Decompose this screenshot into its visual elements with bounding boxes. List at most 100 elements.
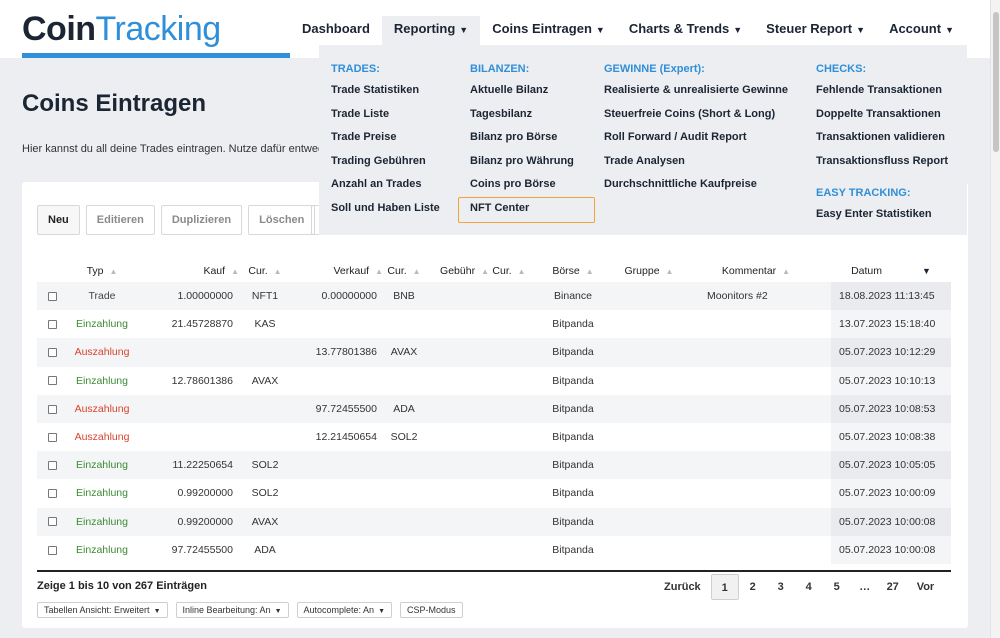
col-gruppe[interactable]: Gruppe ▲: [617, 260, 681, 282]
coin-tracking-logo[interactable]: CoinTracking: [22, 10, 221, 49]
typ-cell: Einzahlung: [67, 507, 137, 536]
col-cur-gebuehr[interactable]: Cur. ▲: [489, 260, 529, 282]
nav-charts-trends[interactable]: Charts & Trends ▼: [617, 16, 754, 45]
gruppe-cell: [617, 423, 681, 451]
menu-item-fehlende-transaktionen[interactable]: Fehlende Transaktionen: [816, 83, 948, 107]
nav-account[interactable]: Account ▼: [877, 16, 966, 45]
prev-page-button[interactable]: Zurück: [654, 574, 711, 600]
table-row[interactable]: Einzahlung 12.78601386 AVAX Bitpanda 05.07.2…: [37, 366, 951, 395]
row-checkbox[interactable]: [47, 376, 57, 386]
kauf-cur-cell: AVAX: [239, 507, 291, 536]
gebuehr-cur-cell: [489, 282, 529, 311]
col-typ[interactable]: Typ ▲: [67, 260, 137, 282]
menu-item-durchschnittliche-kaufpreise[interactable]: Durchschnittliche Kaufpreise: [604, 177, 788, 201]
menu-item-easy-enter-statistiken[interactable]: Easy Enter Statistiken: [816, 207, 948, 231]
menu-item-bilanz-pro-boerse[interactable]: Bilanz pro Börse: [470, 130, 574, 154]
sort-icon: ▲: [375, 267, 383, 276]
menu-item-transaktionsfluss-report[interactable]: Transaktionsfluss Report: [816, 154, 948, 178]
col-cur-verkauf[interactable]: Cur. ▲: [383, 260, 425, 282]
menu-heading-trades: TRADES:: [331, 63, 380, 75]
menu-item-trade-analysen[interactable]: Trade Analysen: [604, 154, 788, 178]
nav-coins-eintragen[interactable]: Coins Eintragen ▼: [480, 16, 617, 45]
nav-label: Dashboard: [302, 21, 370, 36]
table-row[interactable]: Einzahlung 0.99200000 SOL2 Bitpanda 05.07.20…: [37, 479, 951, 508]
row-checkbox[interactable]: [47, 348, 57, 358]
page-2-button[interactable]: 2: [739, 574, 767, 600]
table-row[interactable]: Trade 1.00000000 NFT1 0.00000000 BNB Binance M…: [37, 282, 951, 311]
inline-edit-select[interactable]: Inline Bearbeitung: An ▼: [175, 602, 289, 618]
table-row[interactable]: Auszahlung 97.72455500 ADA Bitpanda 05.07.20…: [37, 394, 951, 423]
csp-mode-button[interactable]: CSP-Modus: [400, 602, 463, 618]
row-checkbox[interactable]: [47, 460, 57, 470]
menu-item-trade-preise[interactable]: Trade Preise: [331, 130, 440, 154]
table-row[interactable]: Einzahlung 21.45728870 KAS Bitpanda 13.07.20…: [37, 310, 951, 339]
select-cell: [37, 536, 67, 564]
table-view-select[interactable]: Tabellen Ansicht: Erweitert ▼: [37, 602, 168, 618]
page-5-button[interactable]: 5: [823, 574, 851, 600]
row-checkbox[interactable]: [47, 545, 57, 555]
menu-item-aktuelle-bilanz[interactable]: Aktuelle Bilanz: [470, 83, 574, 107]
page-scrollbar[interactable]: [990, 0, 1000, 638]
boerse-cell: Bitpanda: [552, 487, 594, 500]
menu-item-trade-liste[interactable]: Trade Liste: [331, 107, 440, 131]
col-kommentar[interactable]: Kommentar ▲: [681, 260, 831, 282]
row-checkbox[interactable]: [47, 291, 57, 301]
table-row[interactable]: Auszahlung 12.21450654 SOL2 Bitpanda 05.07.2…: [37, 422, 951, 452]
scrollbar-thumb[interactable]: [993, 12, 999, 152]
table-header-row: Typ ▲ Kauf ▲ Cur. ▲ Verkauf ▲ Cur. ▲ Gebühr ▲ …: [37, 260, 951, 282]
edit-button[interactable]: Editieren: [85, 205, 155, 235]
menu-col-trades: TRADES: Trade Statistiken Trade Liste Tr…: [331, 63, 440, 225]
col-verkauf[interactable]: Verkauf ▲: [291, 260, 383, 282]
logo-part-tracking: Tracking: [95, 10, 222, 48]
kauf-cur-cell: SOL2: [251, 487, 279, 500]
row-checkbox[interactable]: [47, 320, 57, 329]
menu-item-soll-haben-liste[interactable]: Soll und Haben Liste: [331, 201, 440, 225]
pagination: Zurück 1 2 3 4 5 … 27 Vor: [654, 574, 944, 600]
menu-item-tagesbilanz[interactable]: Tagesbilanz: [470, 107, 574, 131]
table-row[interactable]: Auszahlung 13.77801386 AVAX Bitpanda 05.07.2…: [37, 338, 951, 367]
menu-item-bilanz-pro-waehrung[interactable]: Bilanz pro Währung: [470, 154, 574, 178]
select-cell: [37, 338, 67, 367]
nav-reporting[interactable]: Reporting ▼: [381, 16, 481, 45]
table-row[interactable]: Einzahlung 97.72455500 ADA Bitpanda 05.07.20…: [37, 535, 951, 564]
kommentar-cell: [681, 310, 831, 338]
col-cur-kauf[interactable]: Cur. ▲: [239, 260, 291, 282]
nav-label: Steuer Report: [766, 21, 853, 36]
row-checkbox[interactable]: [47, 404, 57, 414]
delete-button[interactable]: Löschen: [248, 205, 316, 235]
col-gebuehr[interactable]: Gebühr ▲: [425, 260, 489, 282]
row-checkbox[interactable]: [47, 489, 57, 499]
duplicate-button[interactable]: Duplizieren: [160, 205, 243, 235]
nav-dashboard[interactable]: Dashboard: [290, 16, 382, 45]
page-1-button[interactable]: 1: [710, 574, 739, 600]
row-checkbox[interactable]: [47, 517, 57, 527]
row-checkbox[interactable]: [47, 432, 57, 442]
table-row[interactable]: Einzahlung 11.22250654 SOL2 Bitpanda 05.07.2…: [37, 451, 951, 480]
menu-item-doppelte-transaktionen[interactable]: Doppelte Transaktionen: [816, 107, 948, 131]
menu-item-steuerfreie-coins[interactable]: Steuerfreie Coins (Short & Long): [604, 107, 788, 131]
menu-item-transaktionen-validieren[interactable]: Transaktionen validieren: [816, 130, 948, 154]
table-row[interactable]: Einzahlung 0.99200000 AVAX Bitpanda 05.07.20…: [37, 507, 951, 536]
page-4-button[interactable]: 4: [795, 574, 823, 600]
autocomplete-select[interactable]: Autocomplete: An ▼: [296, 602, 392, 618]
new-button[interactable]: Neu: [37, 205, 80, 235]
col-boerse[interactable]: Börse ▲: [529, 260, 617, 282]
gebuehr-cell: [425, 282, 489, 311]
kauf-cur-cell: NFT1: [239, 282, 291, 311]
nav-steuer-report[interactable]: Steuer Report ▼: [754, 16, 877, 45]
menu-item-trading-gebuehren[interactable]: Trading Gebühren: [331, 154, 440, 178]
gebuehr-cur-cell: [489, 367, 529, 395]
col-kauf[interactable]: Kauf ▲: [137, 260, 239, 282]
menu-item-roll-forward[interactable]: Roll Forward / Audit Report: [604, 130, 788, 154]
col-datum[interactable]: Datum ▼: [831, 260, 951, 282]
typ-cell: Einzahlung: [76, 318, 128, 331]
logo-part-coin: Coin: [22, 10, 96, 48]
menu-item-trade-statistiken[interactable]: Trade Statistiken: [331, 83, 440, 107]
nft-center-highlight: [458, 197, 595, 223]
page-3-button[interactable]: 3: [767, 574, 795, 600]
next-page-button[interactable]: Vor: [907, 574, 945, 600]
page-27-button[interactable]: 27: [879, 574, 907, 600]
menu-item-anzahl-trades[interactable]: Anzahl an Trades: [331, 177, 440, 201]
menu-item-realisierte-gewinne[interactable]: Realisierte & unrealisierte Gewinne: [604, 83, 788, 107]
gebuehr-cur-cell: [489, 423, 529, 451]
